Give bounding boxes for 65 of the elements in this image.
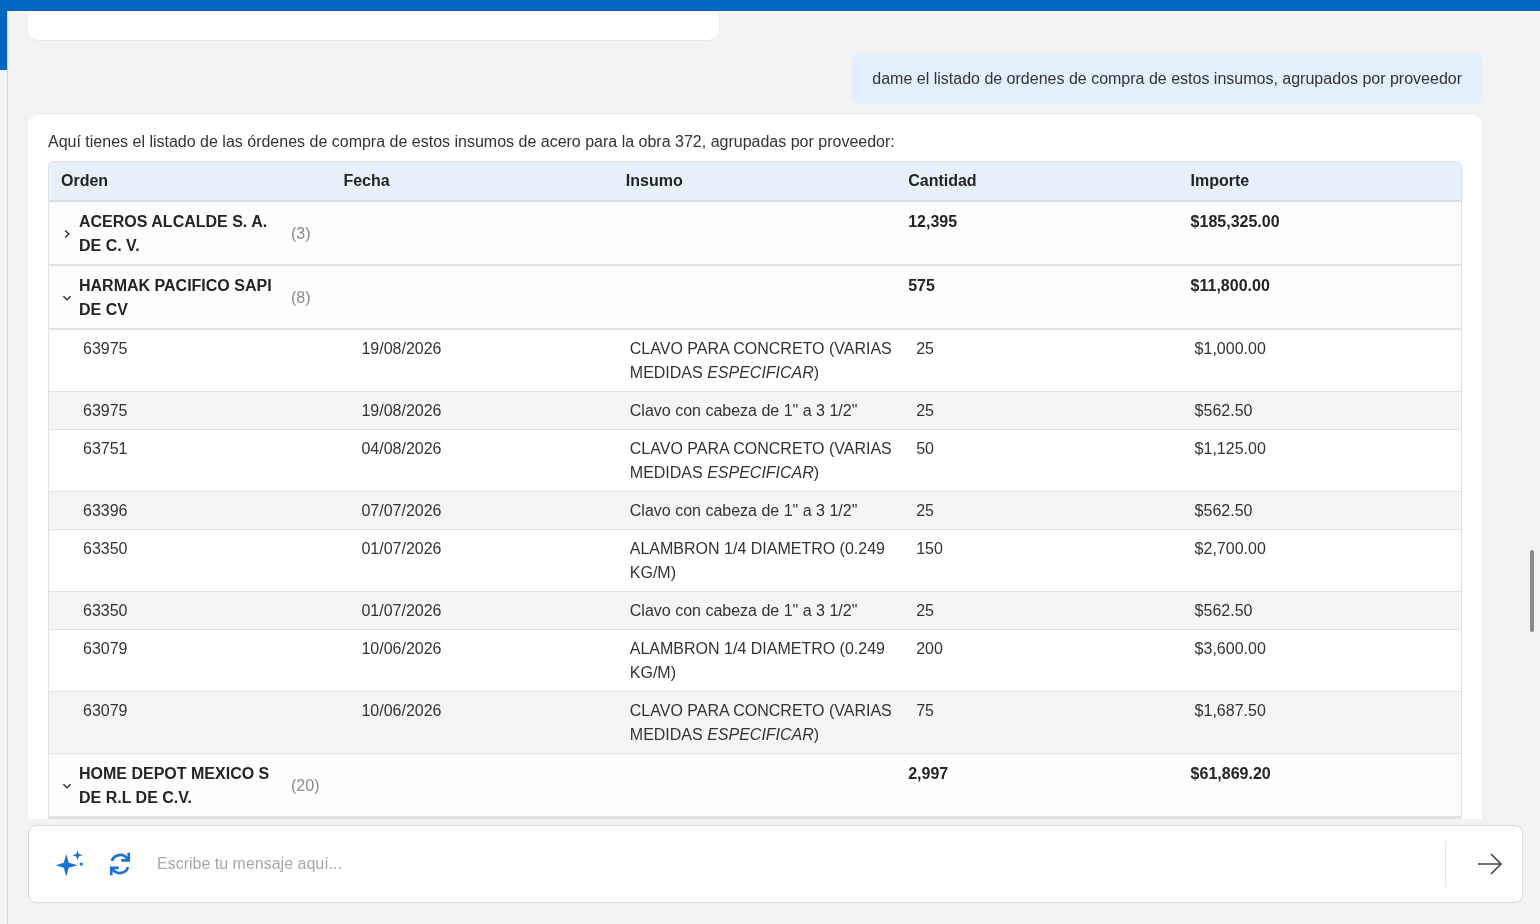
sparkle-icon[interactable] [55,849,85,879]
column-header: Cantidad [907,171,978,191]
table-cell: 01/07/2026 [361,602,442,619]
scrollbar-thumb[interactable] [1530,550,1534,632]
table-cell: 75 [916,702,934,719]
column-header: Orden [60,171,110,191]
group-amount: $11,800.00 [1190,277,1270,294]
table-cell: 63396 [83,502,128,519]
group-quantity: 12,395 [908,213,958,230]
table-cell: 04/08/2026 [361,440,442,457]
supplier-name: HOME DEPOT MEXICO S DE R.L DE C.V. [79,764,271,808]
supplier-group-row[interactable]: ACEROS ALCALDE S. A. DE C. V. (3) 12,395 $185,325.00 [49,202,1461,266]
table-cell: 10/06/2026 [361,702,442,719]
table-cell: 63079 [83,640,128,657]
group-quantity: 575 [908,277,935,294]
table-cell: $1,000.00 [1194,340,1266,357]
table-cell: 50 [916,440,934,457]
table-cell: 63350 [83,540,128,557]
table-cell: $3,600.00 [1194,640,1266,657]
group-count: (8) [291,288,311,308]
table-cell: 63350 [83,602,128,619]
table-cell: CLAVO PARA CONCRETO (VARIAS MEDIDAS ESPECIFICAR) [629,340,892,381]
table-cell: 19/08/2026 [361,340,442,357]
table-cell: Clavo con cabeza de 1" a 3 1/2" [629,502,858,519]
table-cell: Clavo con cabeza de 1" a 3 1/2" [629,402,858,419]
supplier-group-row[interactable]: HOME DEPOT MEXICO S DE R.L DE C.V. (20) 2,997 $61,869.20 [49,754,1461,818]
table-cell: ALAMBRON 1/4 DIAMETRO (0.249 KG/M) [629,540,885,581]
table-cell: 01/07/2026 [361,540,442,557]
table-cell: ALAMBRON 1/4 DIAMETRO (0.249 KG/M) [629,640,885,681]
supplier-group-row[interactable]: HARMAK PACIFICO SAPI DE CV (8) 575 $11,800.00 [49,266,1461,330]
user-message: dame el listado de ordenes de compra de estos insumos, agrupados por proveedor [852,53,1482,104]
table-cell: $562.50 [1194,502,1253,519]
message-input[interactable]: Escribe tu mensaje aquí... [155,854,1435,874]
table-cell: 25 [916,340,934,357]
table-cell: 25 [916,402,934,419]
table-cell: 200 [916,640,943,657]
table-cell: $562.50 [1194,402,1253,419]
supplier-name: ACEROS ALCALDE S. A. DE C. V. [79,212,269,256]
group-count: (20) [291,776,320,796]
table-cell: Clavo con cabeza de 1" a 3 1/2" [629,602,858,619]
table-cell: 63751 [83,440,128,457]
table-cell: 63079 [83,702,128,719]
table-cell: $1,125.00 [1194,440,1266,457]
table-cell: CLAVO PARA CONCRETO (VARIAS MEDIDAS ESPECIFICAR) [629,440,892,481]
table-cell: $562.50 [1194,602,1253,619]
table-cell: 63975 [83,340,128,357]
table-cell: $2,700.00 [1194,540,1266,557]
table-cell: CLAVO PARA CONCRETO (VARIAS MEDIDAS ESPECIFICAR) [629,702,892,743]
group-count: (3) [291,224,311,244]
supplier-name: HARMAK PACIFICO SAPI DE CV [79,276,273,320]
table-cell: 25 [916,502,934,519]
column-header: Fecha [342,171,391,191]
assistant-intro-text: Aquí tienes el listado de las órdenes de compra de estos insumos de acero para la obra 372, agrupadas por proveedor: [48,133,896,151]
column-header: Insumo [624,171,684,191]
table-cell: 19/08/2026 [361,402,442,419]
table-cell: 07/07/2026 [361,502,442,519]
table-cell: 150 [916,540,943,557]
table-cell: $1,687.50 [1194,702,1266,719]
table-cell: 25 [916,602,934,619]
group-quantity: 2,997 [908,765,949,782]
group-amount: $61,869.20 [1190,765,1271,782]
group-amount: $185,325.00 [1190,213,1280,230]
table-cell: 63975 [83,402,128,419]
column-header: Importe [1189,171,1251,191]
table-cell: 10/06/2026 [361,640,442,657]
